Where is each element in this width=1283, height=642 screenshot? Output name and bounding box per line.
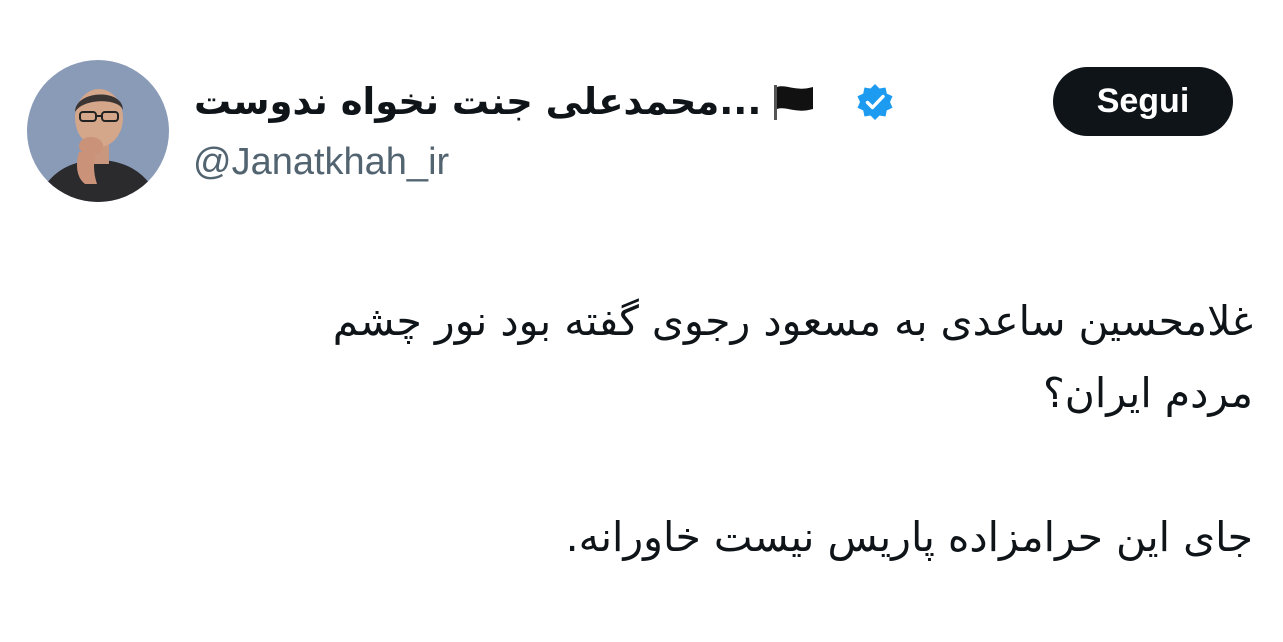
follow-button[interactable]: Segui [1053, 67, 1233, 136]
author-handle[interactable]: @Janatkhah_ir [193, 136, 449, 188]
user-avatar-icon [27, 60, 169, 202]
verified-badge-icon[interactable] [855, 82, 895, 122]
tweet-text: غلامحسین ساعدی به مسعود رجوی گفته بود نو… [103, 285, 1253, 573]
display-name[interactable]: محمدعلی جنت نخواه ندوست... [194, 74, 761, 130]
tweet-line: غلامحسین ساعدی به مسعود رجوی گفته بود نو… [332, 297, 1253, 345]
black-flag-icon [771, 82, 817, 122]
tweet-line: مردم ایران؟ [1043, 369, 1253, 417]
avatar[interactable] [27, 60, 169, 202]
paragraph-break [103, 429, 1253, 501]
author-name-row: محمدعلی جنت نخواه ندوست... [194, 74, 895, 130]
tweet-card: محمدعلی جنت نخواه ندوست... @Janatkhah_ir… [0, 0, 1283, 642]
tweet-line: جای این حرامزاده پاریس نیست خاورانه. [565, 513, 1253, 561]
